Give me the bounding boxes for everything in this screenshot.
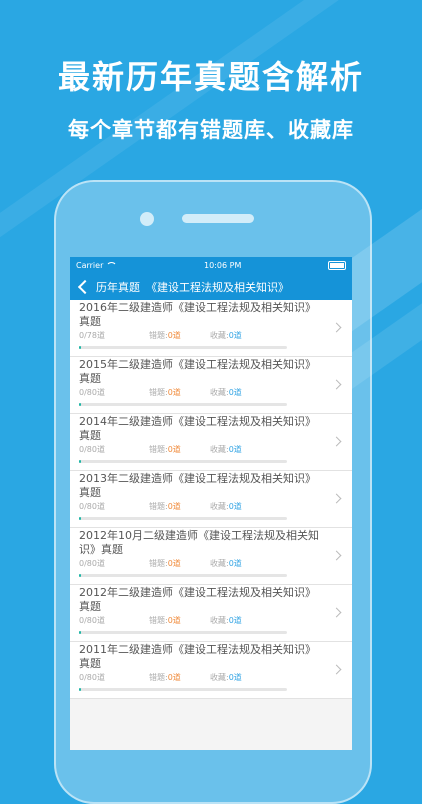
- exam-stats: 0/80道 错题:0道 收藏:0道: [79, 387, 319, 398]
- exam-list-item[interactable]: 2013年二级建造师《建设工程法规及相关知识》真题 0/80道 错题:0道 收藏…: [70, 471, 352, 528]
- chevron-right-icon: [331, 493, 342, 504]
- progress-fill: [79, 403, 82, 406]
- chevron-right-icon: [331, 436, 342, 447]
- progress-bar: [79, 346, 287, 349]
- wrong-stat: 错题:0道: [149, 559, 181, 568]
- progress-count: 0/80道: [79, 502, 105, 511]
- camera-icon: [140, 212, 154, 226]
- progress-fill: [79, 574, 82, 577]
- exam-list-item[interactable]: 2012年10月二级建造师《建设工程法规及相关知识》真题 0/80道 错题:0道…: [70, 528, 352, 585]
- exam-list: 2016年二级建造师《建设工程法规及相关知识》真题 0/78道 错题:0道 收藏…: [70, 300, 352, 699]
- progress-fill: [79, 517, 82, 520]
- progress-fill: [79, 688, 82, 691]
- wrong-stat: 错题:0道: [149, 673, 181, 682]
- back-chevron-icon[interactable]: [77, 279, 93, 294]
- exam-title: 2014年二级建造师《建设工程法规及相关知识》真题: [79, 415, 316, 442]
- progress-count: 0/80道: [79, 673, 105, 682]
- chevron-right-icon: [331, 550, 342, 561]
- wrong-stat: 错题:0道: [149, 445, 181, 454]
- favorite-stat: 收藏:0道: [210, 616, 242, 625]
- chevron-right-icon: [331, 607, 342, 618]
- promo-headline: 最新历年真题含解析: [57, 58, 364, 96]
- exam-list-item[interactable]: 2011年二级建造师《建设工程法规及相关知识》真题 0/80道 错题:0道 收藏…: [70, 642, 352, 699]
- wrong-stat: 错题:0道: [149, 388, 181, 397]
- progress-fill: [79, 346, 82, 349]
- favorite-stat: 收藏:0道: [210, 331, 242, 340]
- progress-fill: [79, 631, 82, 634]
- status-bar: Carrier 10:06 PM: [70, 257, 352, 273]
- favorite-stat: 收藏:0道: [210, 502, 242, 511]
- carrier-label: Carrier: [76, 260, 104, 270]
- favorite-stat: 收藏:0道: [210, 445, 242, 454]
- progress-bar: [79, 574, 287, 577]
- chevron-right-icon: [331, 664, 342, 675]
- progress-bar: [79, 517, 287, 520]
- promo-subline: 每个章节都有错题库、收藏库: [68, 118, 354, 142]
- exam-stats: 0/80道 错题:0道 收藏:0道: [79, 558, 319, 569]
- wifi-icon: [106, 261, 118, 269]
- progress-count: 0/80道: [79, 388, 105, 397]
- progress-bar: [79, 460, 287, 463]
- progress-bar: [79, 631, 287, 634]
- nav-title: 《建设工程法规及相关知识》: [146, 280, 289, 294]
- exam-list-item[interactable]: 2016年二级建造师《建设工程法规及相关知识》真题 0/78道 错题:0道 收藏…: [70, 300, 352, 357]
- exam-stats: 0/80道 错题:0道 收藏:0道: [79, 615, 319, 626]
- exam-title: 2016年二级建造师《建设工程法规及相关知识》真题: [79, 301, 316, 328]
- favorite-stat: 收藏:0道: [210, 388, 242, 397]
- battery-icon: [328, 260, 346, 270]
- exam-list-item[interactable]: 2012年二级建造师《建设工程法规及相关知识》真题 0/80道 错题:0道 收藏…: [70, 585, 352, 642]
- progress-fill: [79, 460, 82, 463]
- nav-bar: 历年真题 《建设工程法规及相关知识》: [70, 273, 352, 300]
- chevron-right-icon: [331, 322, 342, 333]
- exam-title: 2012年10月二级建造师《建设工程法规及相关知识》真题: [79, 529, 319, 556]
- progress-bar: [79, 403, 287, 406]
- exam-stats: 0/80道 错题:0道 收藏:0道: [79, 672, 319, 683]
- progress-count: 0/80道: [79, 445, 105, 454]
- exam-title: 2011年二级建造师《建设工程法规及相关知识》真题: [79, 643, 316, 670]
- favorite-stat: 收藏:0道: [210, 673, 242, 682]
- progress-bar: [79, 688, 287, 691]
- favorite-stat: 收藏:0道: [210, 559, 242, 568]
- progress-count: 0/78道: [79, 331, 105, 340]
- speaker-icon: [182, 214, 254, 223]
- status-time: 10:06 PM: [204, 260, 242, 270]
- progress-count: 0/80道: [79, 616, 105, 625]
- wrong-stat: 错题:0道: [149, 616, 181, 625]
- phone-screen: Carrier 10:06 PM 历年真题 《建设工程法规及相关知识》 2016…: [70, 257, 352, 750]
- exam-stats: 0/80道 错题:0道 收藏:0道: [79, 501, 319, 512]
- exam-title: 2012年二级建造师《建设工程法规及相关知识》真题: [79, 586, 316, 613]
- exam-title: 2015年二级建造师《建设工程法规及相关知识》真题: [79, 358, 316, 385]
- progress-count: 0/80道: [79, 559, 105, 568]
- exam-stats: 0/78道 错题:0道 收藏:0道: [79, 330, 319, 341]
- exam-stats: 0/80道 错题:0道 收藏:0道: [79, 444, 319, 455]
- chevron-right-icon: [331, 379, 342, 390]
- wrong-stat: 错题:0道: [149, 331, 181, 340]
- exam-title: 2013年二级建造师《建设工程法规及相关知识》真题: [79, 472, 316, 499]
- exam-list-item[interactable]: 2014年二级建造师《建设工程法规及相关知识》真题 0/80道 错题:0道 收藏…: [70, 414, 352, 471]
- wrong-stat: 错题:0道: [149, 502, 181, 511]
- back-button[interactable]: 历年真题: [96, 279, 140, 295]
- exam-list-item[interactable]: 2015年二级建造师《建设工程法规及相关知识》真题 0/80道 错题:0道 收藏…: [70, 357, 352, 414]
